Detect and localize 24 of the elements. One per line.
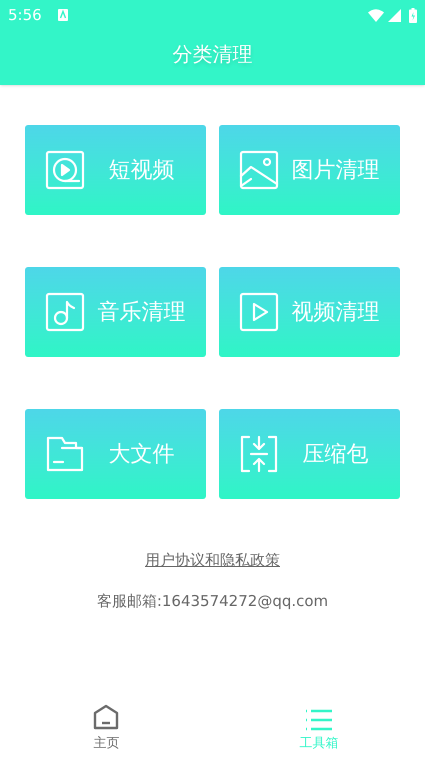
category-card[interactable]: 短视频 [25,125,206,215]
folder-icon [45,434,85,474]
signal-icon [388,8,401,22]
home-icon [92,704,120,732]
nav-tab[interactable]: 主页 [0,699,212,753]
notification-icon [58,9,68,21]
category-card[interactable]: 视频清理 [219,267,400,357]
nav-tab[interactable]: 工具箱 [212,699,425,753]
compress-icon [239,434,279,474]
music-note-icon [45,292,85,332]
category-card[interactable]: 压缩包 [219,409,400,499]
contact-email: 客服邮箱:1643574272@qq.com [96,590,328,612]
play-icon [239,292,279,332]
video-icon [45,150,85,190]
agreement-link[interactable]: 用户协议和隐私政策 [145,549,280,572]
status-time: 5:56 [8,4,42,26]
battery-icon [409,8,417,22]
category-card[interactable]: 图片清理 [219,125,400,215]
category-card[interactable]: 大文件 [25,409,206,499]
list-icon [304,708,333,732]
wifi-icon [368,8,384,22]
page-title: 分类清理 [172,40,252,68]
category-card[interactable]: 音乐清理 [25,267,206,357]
image-icon [239,150,279,190]
